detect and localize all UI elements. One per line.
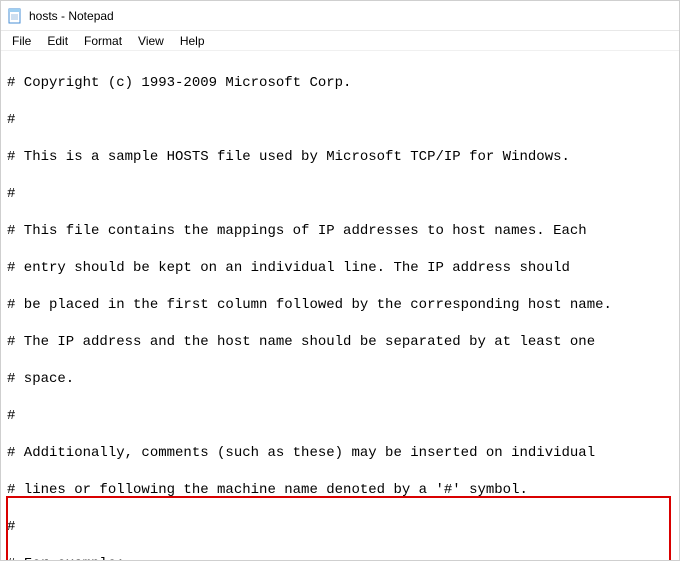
editor-line: # [7, 407, 673, 426]
text-editor-area[interactable]: # Copyright (c) 1993-2009 Microsoft Corp… [1, 51, 679, 560]
notepad-app-icon [7, 8, 23, 24]
editor-line: # [7, 185, 673, 204]
editor-line: # [7, 518, 673, 537]
menu-file[interactable]: File [5, 33, 38, 49]
menu-format[interactable]: Format [77, 33, 129, 49]
editor-line: # lines or following the machine name de… [7, 481, 673, 500]
editor-line: # For example: [7, 555, 673, 561]
editor-line: # Copyright (c) 1993-2009 Microsoft Corp… [7, 74, 673, 93]
editor-line: # space. [7, 370, 673, 389]
editor-line: # be placed in the first column followed… [7, 296, 673, 315]
window-title: hosts - Notepad [29, 9, 114, 23]
editor-line: # This file contains the mappings of IP … [7, 222, 673, 241]
menubar: File Edit Format View Help [1, 31, 679, 51]
editor-line: # This is a sample HOSTS file used by Mi… [7, 148, 673, 167]
editor-line: # The IP address and the host name shoul… [7, 333, 673, 352]
editor-line: # [7, 111, 673, 130]
editor-line: # Additionally, comments (such as these)… [7, 444, 673, 463]
menu-help[interactable]: Help [173, 33, 212, 49]
menu-view[interactable]: View [131, 33, 171, 49]
notepad-window: hosts - Notepad File Edit Format View He… [0, 0, 680, 561]
titlebar: hosts - Notepad [1, 1, 679, 31]
menu-edit[interactable]: Edit [40, 33, 75, 49]
editor-line: # entry should be kept on an individual … [7, 259, 673, 278]
